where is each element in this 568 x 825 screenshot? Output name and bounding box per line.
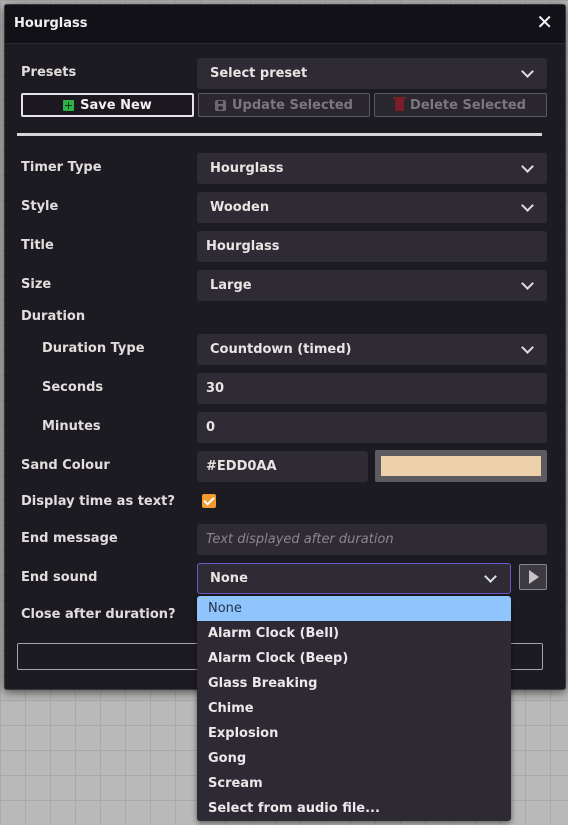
dropdown-option-none[interactable]: None: [197, 596, 511, 621]
seconds-label: Seconds: [42, 380, 104, 395]
minutes-value: 0: [206, 420, 216, 435]
checkmark-icon: [203, 494, 215, 506]
chevron-down-icon: [521, 65, 534, 78]
minutes-label: Minutes: [42, 419, 101, 434]
sand-colour-hex-input[interactable]: #EDD0AA: [197, 451, 368, 482]
chevron-down-icon: [484, 570, 497, 583]
title-label: Title: [21, 238, 54, 253]
end-sound-select[interactable]: None: [197, 563, 511, 594]
chevron-down-icon: [521, 199, 534, 212]
dropdown-option-alarm-bell[interactable]: Alarm Clock (Bell): [197, 621, 511, 646]
dropdown-option-chime[interactable]: Chime: [197, 696, 511, 721]
presets-label: Presets: [21, 65, 77, 80]
title-input-value: Hourglass: [206, 239, 280, 254]
seconds-value: 30: [206, 381, 225, 396]
end-sound-value: None: [210, 571, 248, 586]
style-select[interactable]: Wooden: [197, 192, 547, 223]
close-icon[interactable]: ✕: [536, 12, 553, 32]
dialog-titlebar[interactable]: Hourglass ✕: [5, 5, 565, 44]
update-selected-label: Update Selected: [232, 97, 353, 113]
dropdown-option-glass-breaking[interactable]: Glass Breaking: [197, 671, 511, 696]
style-label: Style: [21, 199, 59, 214]
end-message-label: End message: [21, 531, 118, 546]
dropdown-option-scream[interactable]: Scream: [197, 771, 511, 796]
size-value: Large: [210, 278, 252, 293]
seconds-input[interactable]: 30: [197, 373, 547, 404]
presets-select-value: Select preset: [210, 66, 308, 81]
size-select[interactable]: Large: [197, 270, 547, 301]
duration-type-select[interactable]: Countdown (timed): [197, 334, 547, 365]
sand-colour-hex-value: #EDD0AA: [206, 459, 277, 474]
end-message-input[interactable]: Text displayed after duration: [197, 524, 547, 555]
dialog-title: Hourglass: [14, 16, 88, 31]
duration-label: Duration: [21, 309, 86, 324]
end-sound-dropdown: None Alarm Clock (Bell) Alarm Clock (Bee…: [197, 596, 511, 821]
chevron-down-icon: [521, 160, 534, 173]
close-after-duration-label: Close after duration?: [21, 607, 176, 622]
duration-type-label: Duration Type: [42, 341, 145, 356]
timer-type-value: Hourglass: [210, 161, 284, 176]
timer-type-select[interactable]: Hourglass: [197, 153, 547, 184]
duration-type-value: Countdown (timed): [210, 342, 352, 357]
play-icon: [529, 570, 539, 584]
section-divider: [17, 133, 542, 136]
chevron-down-icon: [521, 277, 534, 290]
title-input[interactable]: Hourglass: [197, 231, 547, 262]
save-new-label: Save New: [80, 97, 152, 113]
trash-icon: [393, 97, 407, 111]
dropdown-option-alarm-beep[interactable]: Alarm Clock (Beep): [197, 646, 511, 671]
size-label: Size: [21, 277, 52, 292]
chevron-down-icon: [521, 341, 534, 354]
style-value: Wooden: [210, 200, 270, 215]
dropdown-option-select-file[interactable]: Select from audio file...: [197, 796, 511, 821]
dropdown-option-explosion[interactable]: Explosion: [197, 721, 511, 746]
delete-selected-label: Delete Selected: [410, 97, 526, 113]
sand-colour-swatch: [381, 456, 541, 476]
timer-type-label: Timer Type: [21, 160, 102, 175]
play-sound-button[interactable]: [519, 564, 547, 590]
save-icon: [215, 99, 226, 111]
dropdown-option-gong[interactable]: Gong: [197, 746, 511, 771]
plus-square-icon: [63, 99, 75, 111]
update-selected-button[interactable]: Update Selected: [198, 93, 370, 117]
save-new-button[interactable]: Save New: [21, 93, 194, 117]
sand-colour-picker[interactable]: [375, 450, 547, 482]
sand-colour-label: Sand Colour: [21, 458, 110, 473]
presets-select[interactable]: Select preset: [197, 58, 547, 89]
display-time-checkbox[interactable]: [202, 494, 216, 508]
display-time-label: Display time as text?: [21, 494, 175, 509]
end-sound-label: End sound: [21, 570, 98, 585]
delete-selected-button[interactable]: Delete Selected: [374, 93, 547, 117]
end-message-placeholder: Text displayed after duration: [206, 532, 394, 547]
minutes-input[interactable]: 0: [197, 412, 547, 443]
